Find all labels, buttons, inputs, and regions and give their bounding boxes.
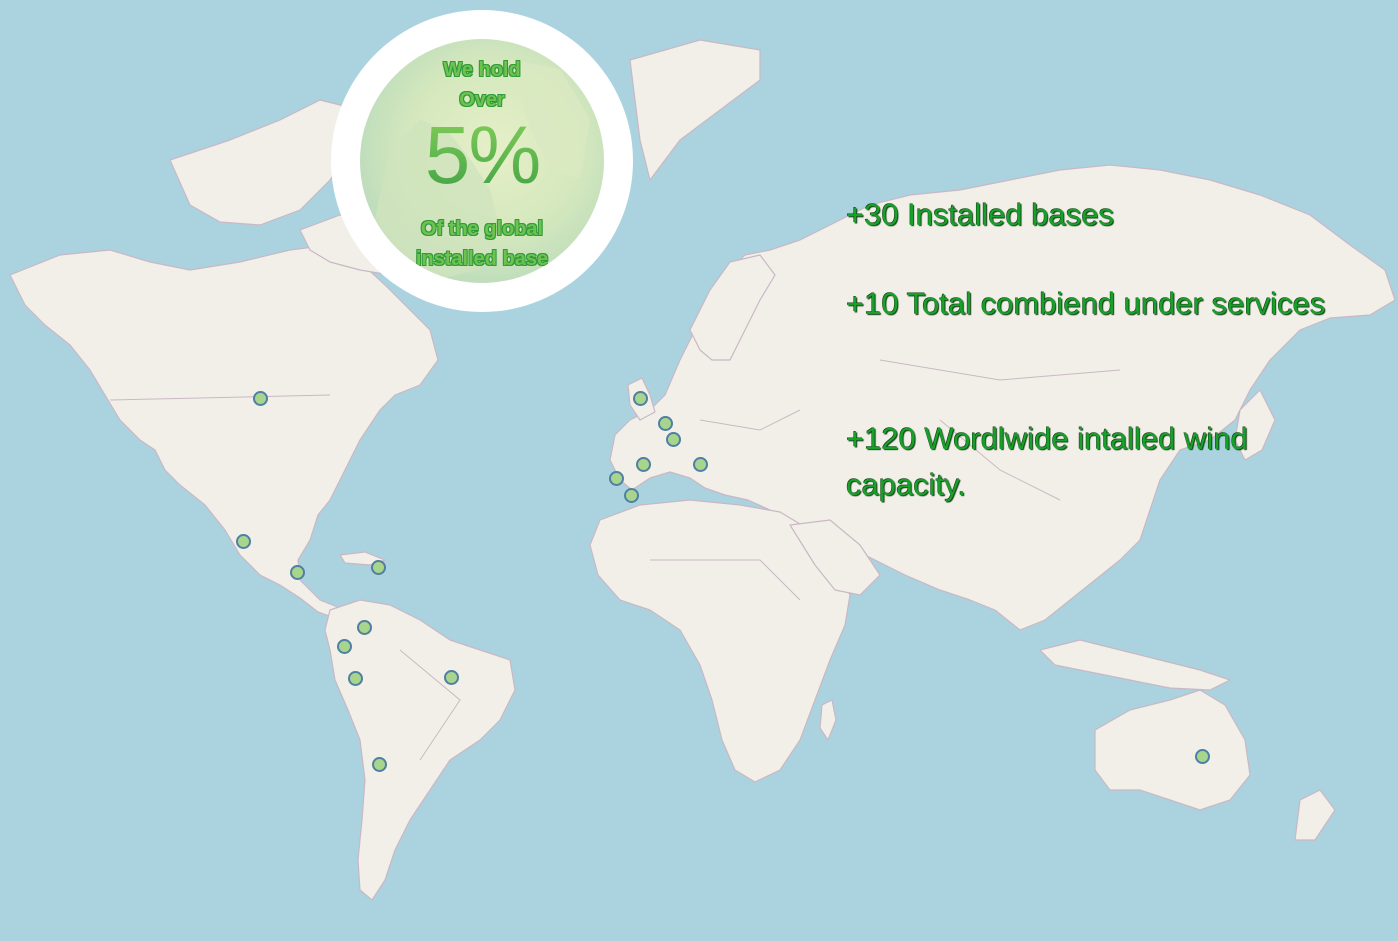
badge-line-of-the-global: Of the global	[420, 218, 544, 240]
marker-spain[interactable]	[624, 488, 639, 503]
marker-mexico-south[interactable]	[290, 565, 305, 580]
badge-line-installed-base: installed base	[415, 248, 549, 270]
marker-germany-west[interactable]	[666, 432, 681, 447]
marker-caribbean[interactable]	[371, 560, 386, 575]
marker-france[interactable]	[636, 457, 651, 472]
marker-australia[interactable]	[1195, 749, 1210, 764]
badge-map-inset: We hold Over 5% Of the global installed …	[360, 39, 604, 283]
world-map-slide: We hold Over 5% Of the global installed …	[0, 0, 1398, 941]
marker-italy[interactable]	[693, 457, 708, 472]
marker-colombia[interactable]	[357, 620, 372, 635]
marker-portugal[interactable]	[609, 471, 624, 486]
marker-mexico-west[interactable]	[236, 534, 251, 549]
marker-ecuador[interactable]	[337, 639, 352, 654]
marker-belgium[interactable]	[658, 416, 673, 431]
marker-chile[interactable]	[372, 757, 387, 772]
badge-percent: 5%	[360, 111, 604, 201]
marker-brazil[interactable]	[444, 670, 459, 685]
marker-peru[interactable]	[348, 671, 363, 686]
stat-installed-bases: +30 Installed bases	[846, 197, 1114, 232]
badge-line-we-hold: We hold	[443, 59, 521, 81]
marker-canada[interactable]	[253, 391, 268, 406]
stat-wind-capacity: +120 Wordlwide intalled wind capacity.	[846, 421, 1248, 502]
stat-combined-services: +10 Total combiend under services	[846, 286, 1326, 321]
marker-uk[interactable]	[633, 391, 648, 406]
market-share-badge: We hold Over 5% Of the global installed …	[331, 10, 633, 312]
